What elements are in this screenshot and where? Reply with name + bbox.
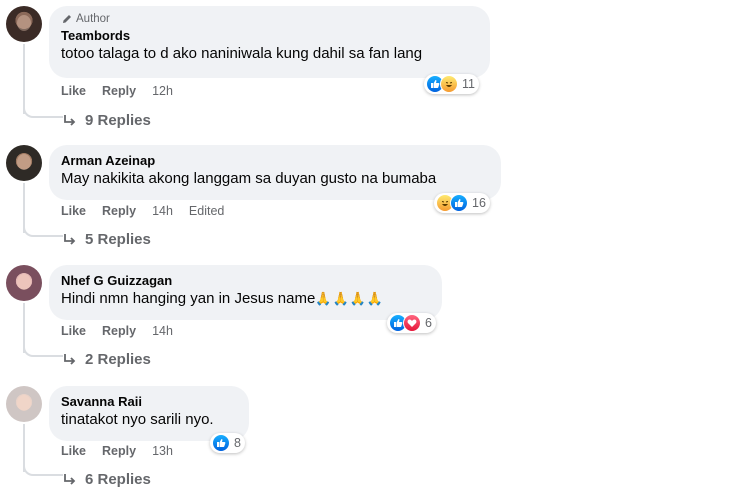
timestamp[interactable]: 14h	[152, 324, 173, 338]
reply-link[interactable]: Reply	[102, 324, 136, 338]
timestamp[interactable]: 14h	[152, 204, 173, 218]
reply-arrow-icon	[64, 473, 76, 485]
comment-actions: Like Reply 12h	[61, 84, 189, 98]
commenter-name[interactable]: Teambords	[61, 27, 478, 44]
comment-text: tinatakot nyo sarili nyo.	[61, 411, 214, 428]
reaction-summary[interactable]: 8	[210, 433, 245, 453]
comment-text: Hindi nmn hanging yan in Jesus name🙏🙏🙏🙏	[61, 289, 430, 309]
reaction-summary[interactable]: 11	[424, 74, 479, 94]
comment-text: totoo talaga to d ako naniniwala kung da…	[61, 45, 423, 62]
commenter-name[interactable]: Arman Azeinap	[61, 152, 489, 169]
haha-reaction-icon	[440, 75, 458, 93]
view-replies-link[interactable]: 5 Replies	[63, 231, 151, 248]
comment-actions: Like Reply 13h	[61, 444, 189, 458]
comment-bubble: Nhef G Guizzagan Hindi nmn hanging yan i…	[49, 265, 442, 320]
reaction-summary[interactable]: 6	[387, 313, 436, 333]
edited-label: Edited	[188, 204, 225, 218]
author-badge: Author	[61, 13, 478, 25]
praying-hands-emoji: 🙏🙏🙏🙏	[315, 291, 385, 306]
comment-actions: Like Reply 14h Edited	[61, 204, 240, 218]
like-link[interactable]: Like	[61, 204, 86, 218]
reaction-count: 16	[472, 196, 486, 210]
reply-link[interactable]: Reply	[102, 84, 136, 98]
reply-arrow-icon	[64, 114, 76, 126]
replies-count-label: 2 Replies	[85, 351, 151, 368]
reaction-count: 11	[462, 77, 475, 91]
timestamp[interactable]: 12h	[152, 84, 173, 98]
reaction-count: 6	[425, 316, 432, 330]
comment-text: May nakikita akong langgam sa duyan gust…	[61, 170, 437, 187]
reply-arrow-icon	[64, 233, 76, 245]
reply-link[interactable]: Reply	[102, 444, 136, 458]
comment-actions: Like Reply 14h	[61, 324, 189, 338]
author-badge-label: Author	[76, 13, 110, 25]
comment-bubble: Author Teambords totoo talaga to d ako n…	[49, 6, 490, 78]
comment-text-body: Hindi nmn hanging yan in Jesus name	[61, 290, 316, 307]
reply-link[interactable]: Reply	[102, 204, 136, 218]
replies-count-label: 6 Replies	[85, 471, 151, 488]
like-link[interactable]: Like	[61, 84, 86, 98]
love-reaction-icon	[403, 314, 421, 332]
view-replies-link[interactable]: 9 Replies	[63, 112, 151, 129]
avatar[interactable]	[6, 6, 42, 42]
timestamp[interactable]: 13h	[152, 444, 173, 458]
pen-icon	[63, 15, 71, 23]
like-link[interactable]: Like	[61, 324, 86, 338]
reaction-count: 8	[234, 436, 241, 450]
avatar[interactable]	[6, 145, 42, 181]
like-reaction-icon	[212, 434, 230, 452]
reaction-summary[interactable]: 16	[434, 193, 490, 213]
avatar[interactable]	[6, 265, 42, 301]
reply-arrow-icon	[64, 353, 76, 365]
like-link[interactable]: Like	[61, 444, 86, 458]
commenter-name[interactable]: Nhef G Guizzagan	[61, 272, 430, 289]
replies-count-label: 9 Replies	[85, 112, 151, 129]
view-replies-link[interactable]: 6 Replies	[63, 471, 151, 488]
replies-count-label: 5 Replies	[85, 231, 151, 248]
commenter-name[interactable]: Savanna Raii	[61, 393, 237, 410]
avatar[interactable]	[6, 386, 42, 422]
like-reaction-icon	[450, 194, 468, 212]
comment-bubble: Arman Azeinap May nakikita akong langgam…	[49, 145, 501, 200]
view-replies-link[interactable]: 2 Replies	[63, 351, 151, 368]
